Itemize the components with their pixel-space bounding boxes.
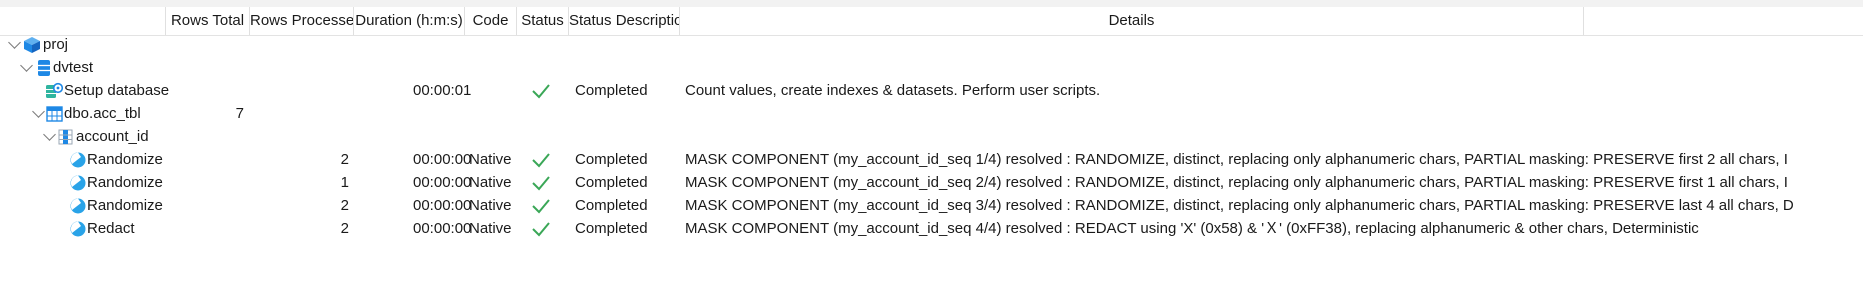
chevron-down-icon[interactable] <box>8 36 21 49</box>
chevron-down-icon[interactable] <box>32 105 45 118</box>
tree-row-redact[interactable]: Redact 2 00:00:00 Native Completed MASK … <box>0 215 1863 242</box>
check-icon <box>532 222 550 237</box>
mask-function-icon <box>70 175 86 191</box>
tree-node-label: Redact <box>87 220 135 237</box>
status-description-cell: Completed <box>575 220 648 237</box>
check-icon <box>532 84 550 99</box>
column-icon <box>58 129 73 145</box>
code-cell: Native <box>469 220 512 237</box>
chevron-down-icon[interactable] <box>20 59 33 72</box>
setup-database-icon <box>46 82 63 98</box>
check-icon <box>532 176 550 191</box>
table-icon <box>46 106 63 122</box>
top-strip <box>0 0 1863 7</box>
check-icon <box>532 153 550 168</box>
mask-function-icon <box>70 198 86 214</box>
mask-function-icon <box>70 221 86 237</box>
rows-processed-cell: 2 <box>340 220 349 237</box>
mask-function-icon <box>70 152 86 168</box>
details-cell: MASK COMPONENT (my_account_id_seq 4/4) r… <box>685 220 1699 237</box>
chevron-down-icon[interactable] <box>43 128 56 141</box>
duration-cell: 00:00:00 <box>413 220 472 237</box>
cube-icon <box>24 37 40 53</box>
check-icon <box>532 199 550 214</box>
database-icon <box>38 60 50 76</box>
